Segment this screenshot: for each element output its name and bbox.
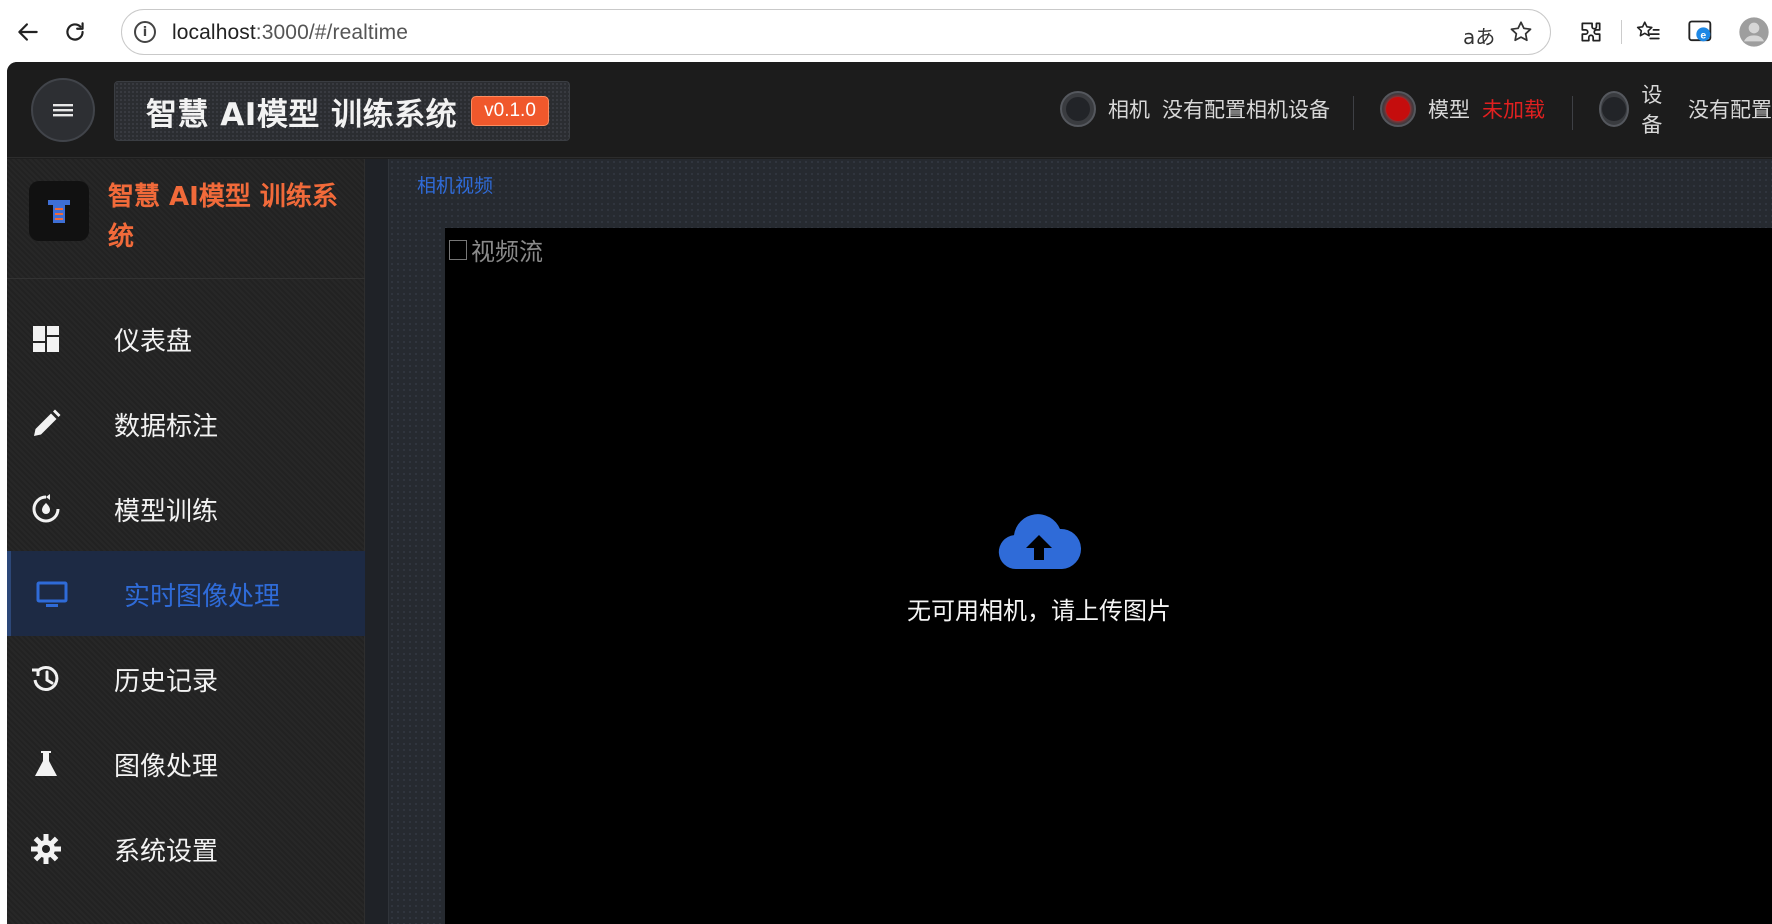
model-status-label: 模型 <box>1428 98 1470 122</box>
sidebar-item-training[interactable]: 模型训练 <box>7 466 365 551</box>
dashboard-icon <box>33 326 59 352</box>
status-divider <box>1572 96 1573 130</box>
sidebar-item-label: 历史记录 <box>114 667 219 697</box>
sidebar-item-label: 图像处理 <box>114 752 219 782</box>
flask-icon <box>35 751 57 776</box>
video-stream-panel: 视频流 无可用相机，请上传图片 <box>445 228 1772 924</box>
model-status-value: 未加载 <box>1482 98 1545 122</box>
cloud-upload-icon[interactable] <box>996 513 1082 573</box>
sidebar-item-label: 模型训练 <box>114 497 219 527</box>
empty-state-message: 无可用相机，请上传图片 <box>907 597 1171 625</box>
favorite-star-icon[interactable] <box>1508 19 1534 43</box>
browser-toolbar: i localhost:3000/#/realtime aあ e <box>0 0 1772 64</box>
sidebar-brand: 智慧 AI模型 训练系统 <box>7 159 365 279</box>
camera-status-indicator <box>1060 91 1096 127</box>
url-text[interactable]: localhost:3000/#/realtime <box>172 21 408 45</box>
camera-status-label: 相机 <box>1108 98 1150 122</box>
reload-icon[interactable] <box>57 14 93 50</box>
video-stream-alt-text: 视频流 <box>471 238 543 266</box>
svg-text:e: e <box>1700 29 1706 41</box>
toolbar-divider <box>1621 20 1622 44</box>
app-header: 智慧 AI模型 训练系统 v0.1.0 相机 没有配置相机设备 模型 未加载 设… <box>7 62 1772 158</box>
menu-toggle-button[interactable] <box>31 78 95 142</box>
app-title-box: 智慧 AI模型 训练系统 v0.1.0 <box>114 81 570 141</box>
camera-status-value: 没有配置相机设备 <box>1162 98 1330 122</box>
model-status-indicator <box>1380 91 1416 127</box>
url-host: localhost <box>172 21 256 44</box>
sidebar-brand-title: 智慧 AI模型 训练系统 <box>108 182 338 252</box>
ie-mode-icon[interactable]: e <box>1683 14 1719 50</box>
device-status-indicator <box>1599 91 1630 127</box>
sidebar-item-label: 仪表盘 <box>114 327 193 357</box>
sidebar-item-dashboard[interactable]: 仪表盘 <box>7 296 365 381</box>
address-bar[interactable]: i localhost:3000/#/realtime aあ <box>121 9 1551 55</box>
sidebar: 智慧 AI模型 训练系统 仪表盘 数据标注 模型训练 实时图像处理 历史记录 图… <box>7 159 365 924</box>
sidebar-item-history[interactable]: 历史记录 <box>7 636 365 721</box>
translate-icon[interactable]: aあ <box>1463 21 1495 49</box>
hamburger-icon <box>53 104 73 117</box>
upload-dropzone[interactable]: 无可用相机，请上传图片 <box>839 513 1239 653</box>
sidebar-item-image-processing[interactable]: 图像处理 <box>7 721 365 806</box>
section-title: 相机视频 <box>417 175 494 197</box>
extensions-icon[interactable] <box>1573 14 1609 50</box>
device-status: 设备 没有配置 <box>1599 83 1772 137</box>
brand-logo-icon <box>29 181 89 241</box>
app-title: 智慧 AI模型 训练系统 <box>146 96 458 133</box>
device-status-value: 没有配置 <box>1688 98 1772 122</box>
gear-icon <box>31 834 61 864</box>
camera-status: 相机 没有配置相机设备 <box>1060 86 1330 132</box>
monitor-icon <box>36 581 68 607</box>
sidebar-item-annotation[interactable]: 数据标注 <box>7 381 365 466</box>
favorites-icon[interactable] <box>1630 14 1666 50</box>
sidebar-item-settings[interactable]: 系统设置 <box>7 806 365 891</box>
back-icon[interactable] <box>10 14 46 50</box>
sidebar-item-realtime[interactable]: 实时图像处理 <box>7 551 365 636</box>
model-status: 模型 未加载 <box>1380 86 1545 132</box>
url-path: :3000/#/realtime <box>255 21 408 44</box>
profile-avatar-icon[interactable] <box>1736 14 1772 50</box>
version-badge: v0.1.0 <box>471 96 549 126</box>
main-content: 相机视频 视频流 无可用相机，请上传图片 <box>365 159 1772 924</box>
video-stream-image: 视频流 <box>449 232 543 267</box>
status-divider <box>1353 96 1354 130</box>
sidebar-item-label: 系统设置 <box>114 837 219 867</box>
site-info-icon[interactable]: i <box>134 21 156 43</box>
sidebar-item-label: 实时图像处理 <box>124 582 281 612</box>
history-icon <box>32 665 59 691</box>
sidebar-item-label: 数据标注 <box>114 412 219 442</box>
pencil-icon <box>34 409 61 436</box>
app-window: 智慧 AI模型 训练系统 v0.1.0 相机 没有配置相机设备 模型 未加载 设… <box>7 62 1772 924</box>
device-status-label: 设备 <box>1641 83 1663 137</box>
main-gutter <box>365 159 389 924</box>
broken-image-icon <box>449 239 467 260</box>
training-icon <box>32 494 60 523</box>
